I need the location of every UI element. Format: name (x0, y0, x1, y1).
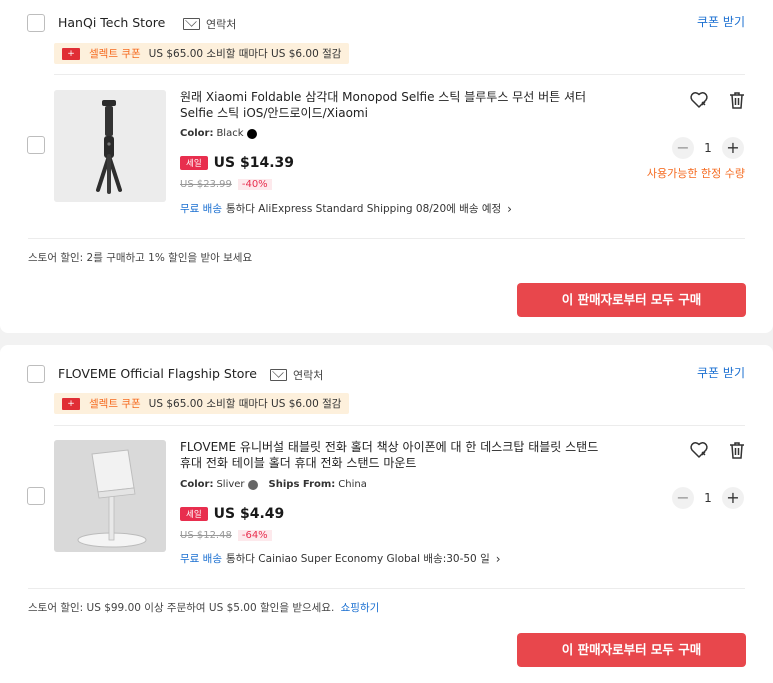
divider (28, 238, 745, 239)
store-checkbox[interactable] (27, 14, 45, 32)
shipping-text: 통하다 Cainiao Super Economy Global 배송:30-5… (225, 553, 490, 565)
decrease-button[interactable]: − (672, 487, 694, 509)
limited-quantity-note: 사용가능한 한정 수량 (646, 167, 745, 180)
color-swatch (247, 479, 258, 490)
color-value: Black (216, 128, 244, 139)
coupon-banner: + 셀렉트 쿠폰 US $65.00 소비할 때마다 US $6.00 절감 (54, 393, 350, 414)
color-label: Color: (180, 128, 214, 139)
free-shipping-label: 무료 배송 (180, 553, 222, 565)
coupon-text: US $65.00 소비할 때마다 US $6.00 절감 (148, 48, 342, 60)
ships-from-label: Ships From: (268, 479, 336, 490)
heart-icon[interactable] (689, 90, 709, 113)
price-row: 세일 US $4.49 (180, 506, 284, 522)
contact-label: 연락처 (293, 369, 324, 382)
sale-badge: 세일 (180, 156, 208, 170)
trash-icon[interactable] (727, 440, 747, 463)
store-card: HanQi Tech Store 연락처 쿠폰 받기 + 셀렉트 쿠폰 US $… (0, 0, 773, 333)
color-value: Sliver (216, 479, 245, 490)
mail-icon (183, 18, 200, 30)
quantity-stepper: − 1 + (672, 487, 744, 509)
ships-from-value: China (338, 479, 367, 490)
store-checkbox[interactable] (27, 365, 45, 383)
color-label: Color: (180, 479, 214, 490)
item-checkbox[interactable] (27, 136, 45, 154)
divider (54, 425, 745, 426)
decrease-button[interactable]: − (672, 137, 694, 159)
shop-now-link[interactable]: 쇼핑하기 (341, 602, 380, 614)
quantity-stepper: − 1 + (672, 137, 744, 159)
divider (54, 74, 745, 75)
contact-button[interactable]: 연락처 (270, 367, 323, 383)
original-price: US $23.99 (180, 179, 232, 190)
store-name[interactable]: HanQi Tech Store (58, 15, 165, 30)
contact-button[interactable]: 연락처 (183, 16, 236, 32)
original-price: US $12.48 (180, 530, 232, 541)
chevron-right-icon: › (507, 201, 512, 216)
contact-label: 연락처 (206, 18, 237, 31)
divider (28, 588, 745, 589)
discount-badge: -40% (237, 179, 272, 190)
trash-icon[interactable] (727, 90, 747, 113)
increase-button[interactable]: + (722, 137, 744, 159)
flag-icon: + (62, 47, 80, 60)
buy-all-from-seller-button[interactable]: 이 판매자로부터 모두 구매 (517, 283, 746, 317)
item-checkbox[interactable] (27, 487, 45, 505)
store-discount: 스토어 할인: 2를 구매하고 1% 할인을 받아 보세요 (28, 250, 252, 265)
chevron-right-icon: › (495, 551, 501, 566)
store-name[interactable]: FLOVEME Official Flagship Store (58, 366, 257, 381)
heart-icon[interactable] (689, 440, 709, 463)
original-price-row: US $23.99 -40% (180, 179, 272, 190)
product-title[interactable]: 원래 Xiaomi Foldable 삼각대 Monopod Selfie 스틱… (180, 89, 610, 121)
original-price-row: US $12.48 -64% (180, 530, 272, 541)
discount-badge: -64% (237, 530, 272, 541)
price-row: 세일 US $14.39 (180, 155, 294, 171)
shipping-text: 통하다 AliExpress Standard Shipping 08/20에 … (225, 203, 502, 215)
product-attributes[interactable]: Color: Sliver Ships From: China (180, 479, 367, 490)
coupon-text: US $65.00 소비할 때마다 US $6.00 절감 (148, 398, 342, 410)
product-title[interactable]: FLOVEME 유니버설 태블릿 전화 홀더 책상 아이폰에 대 한 데스크탑 … (180, 439, 610, 471)
quantity-value[interactable]: 1 (703, 491, 713, 505)
price: US $4.49 (213, 506, 285, 522)
buy-all-from-seller-button[interactable]: 이 판매자로부터 모두 구매 (517, 633, 746, 667)
product-image[interactable] (54, 440, 166, 552)
store-discount-text: 스토어 할인: 2를 구매하고 1% 할인을 받아 보세요 (28, 252, 253, 264)
coupon-tag: 셀렉트 쿠폰 (89, 398, 141, 410)
price: US $14.39 (213, 155, 294, 171)
flag-icon: + (62, 397, 80, 410)
product-attributes[interactable]: Color: Black (180, 128, 257, 139)
get-coupon-link[interactable]: 쿠폰 받기 (697, 364, 745, 381)
store-discount-text: 스토어 할인: US $99.00 이상 주문하여 US $5.00 할인을 받… (28, 602, 335, 614)
free-shipping-label: 무료 배송 (180, 203, 222, 215)
store-card: FLOVEME Official Flagship Store 연락처 쿠폰 받… (0, 345, 773, 683)
item-actions (689, 440, 747, 463)
sale-badge: 세일 (180, 507, 208, 521)
get-coupon-link[interactable]: 쿠폰 받기 (697, 13, 745, 30)
increase-button[interactable]: + (722, 487, 744, 509)
store-discount: 스토어 할인: US $99.00 이상 주문하여 US $5.00 할인을 받… (28, 600, 379, 615)
coupon-banner: + 셀렉트 쿠폰 US $65.00 소비할 때마다 US $6.00 절감 (54, 43, 350, 64)
color-swatch (246, 128, 257, 139)
shipping-info[interactable]: 무료 배송 통하다 AliExpress Standard Shipping 0… (180, 201, 512, 216)
item-actions (689, 90, 747, 113)
coupon-tag: 셀렉트 쿠폰 (89, 48, 141, 60)
shipping-info[interactable]: 무료 배송 통하다 Cainiao Super Economy Global 배… (180, 551, 501, 566)
product-image[interactable] (54, 90, 166, 202)
mail-icon (270, 369, 287, 381)
quantity-value[interactable]: 1 (703, 141, 713, 155)
